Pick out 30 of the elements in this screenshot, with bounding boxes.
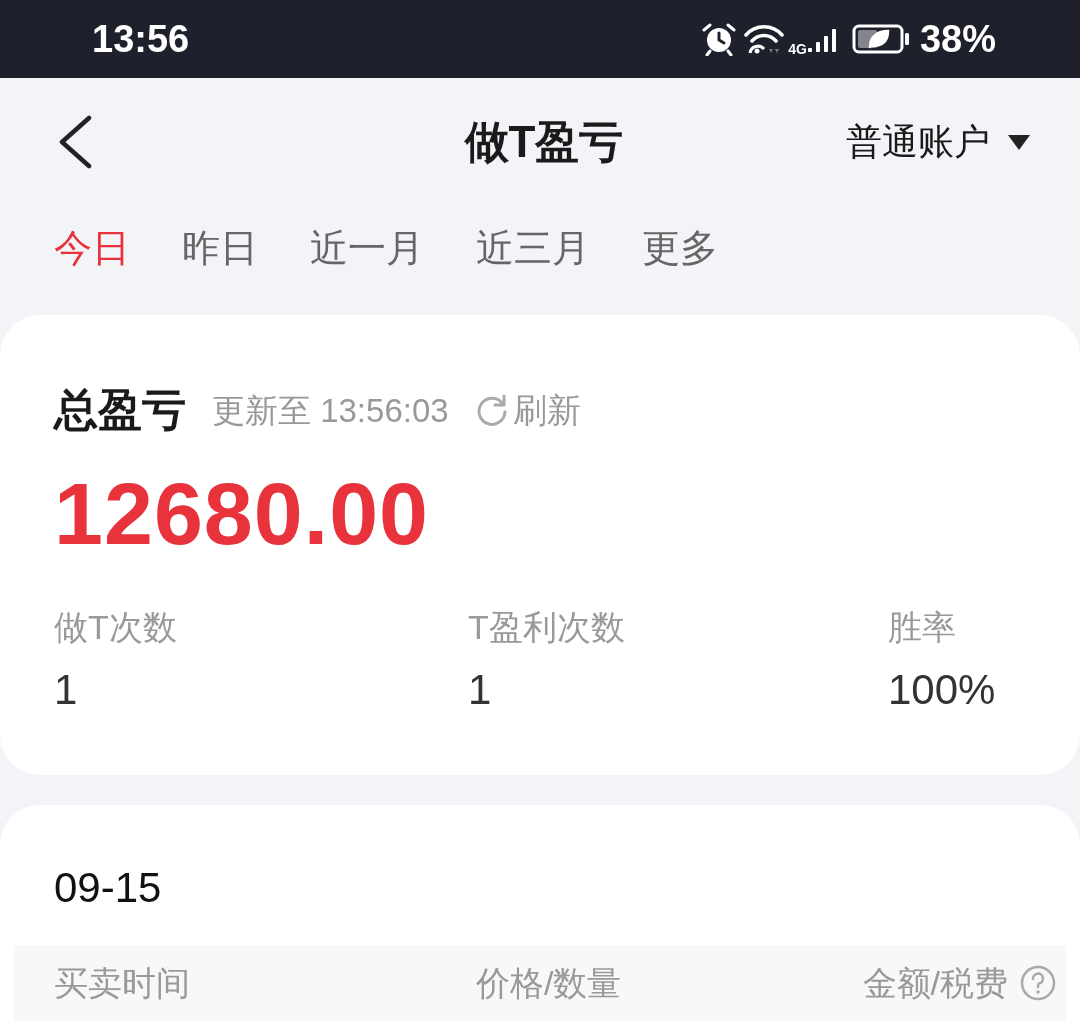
update-time: 更新至 13:56:03	[212, 393, 449, 427]
period-tab[interactable]: 昨日	[182, 226, 258, 272]
stat-label: 做T次数	[54, 607, 177, 648]
column-header: 买卖时间	[54, 966, 190, 1000]
period-tab[interactable]: 近一月	[310, 226, 424, 272]
record-date: 09-15	[54, 863, 162, 913]
account-dropdown[interactable]: 普通账户	[846, 124, 1030, 160]
column-header: 价格/数量	[476, 966, 622, 1000]
stat-value: 1	[54, 665, 78, 715]
caret-icon	[1008, 134, 1030, 150]
period-tab[interactable]: 今日	[54, 226, 130, 272]
stat-value: 1	[468, 665, 492, 715]
summary-title: 总盈亏	[54, 388, 186, 432]
back-button[interactable]	[58, 115, 92, 169]
total-profit: 12680.00	[54, 464, 430, 564]
period-tab[interactable]: 更多	[642, 226, 718, 272]
period-tab[interactable]: 近三月	[476, 226, 590, 272]
column-header: 金额/税费	[862, 966, 1008, 1000]
clock-time: 13:56	[92, 20, 190, 58]
battery-icon	[851, 24, 910, 54]
refresh-button[interactable]: 刷新	[474, 393, 581, 427]
refresh-icon	[474, 393, 509, 427]
battery-percentage: 38%	[919, 20, 996, 58]
page-title: 做T盈亏	[464, 120, 624, 164]
stat-label: T盈利次数	[468, 607, 625, 648]
stat-value: 100%	[888, 665, 996, 715]
wifi-icon	[743, 23, 786, 55]
alarm-clock-icon	[701, 22, 738, 56]
stat-label: 胜率	[888, 607, 956, 648]
network-type: 4G	[788, 42, 807, 56]
